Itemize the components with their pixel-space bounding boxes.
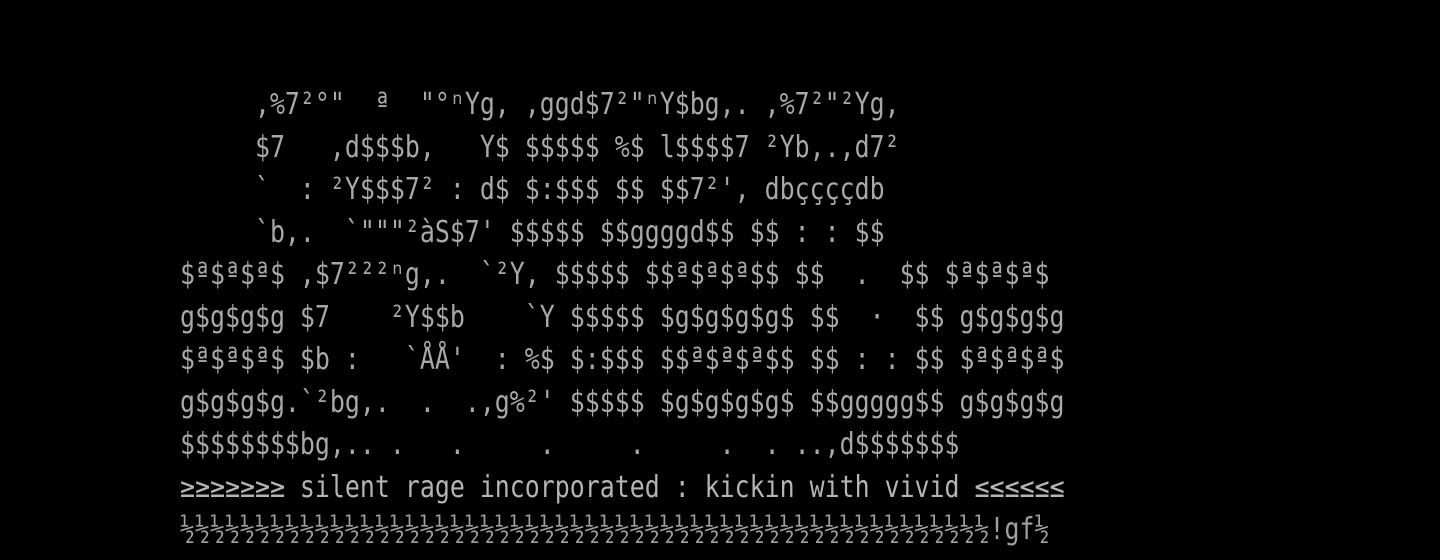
- ansi-ascii-artwork: ,%7²°" ª "°ⁿYg, ,ggd$7²"ⁿY$bg,. ,%7²"²Yg…: [180, 84, 1246, 552]
- art-line-9: $$$$$$$$bg,.. . . . . . . ..,d$$$$$$$: [180, 427, 960, 462]
- artist-signature-footer: ½½½½½½½½½½½½½½½½½½½½½½½½½½½½½½½½½½½½½½½½…: [180, 512, 1050, 547]
- art-line-4: `b,. `"""²àS$7' $$$$$ $$ggggd$$ $$ : : $…: [180, 214, 885, 250]
- art-line-3: ` : ²Y$$$7² : d$ $:$$$ $$ $$7²', dbççççd…: [180, 172, 885, 207]
- art-line-2: $7 ,d$$$b, Y$ $$$$$ %$ l$$$$7 ²Yb,.,d7²: [180, 129, 900, 165]
- art-line-7: $ª$ª$ª$ $b : `ÅÅ' : %$ $:$$$ $$ª$ª$ª$$ $…: [180, 342, 1065, 377]
- group-tagline: ≥≥≥≥≥≥≥ silent rage incorporated : kicki…: [180, 469, 1065, 505]
- art-line-1: ,%7²°" ª "°ⁿYg, ,ggd$7²"ⁿY$bg,. ,%7²"²Yg…: [180, 87, 900, 122]
- art-line-8: g$g$g$g.`²bg,. . .,g%²' $$$$$ $g$g$g$g$ …: [180, 384, 1065, 420]
- art-line-6: g$g$g$g $7 ²Y$$b `Y $$$$$ $g$g$g$g$ $$ ·…: [180, 299, 1065, 335]
- art-line-5: $ª$ª$ª$ ,$7²²²ⁿg,. `²Y, $$$$$ $$ª$ª$ª$$ …: [180, 257, 1050, 292]
